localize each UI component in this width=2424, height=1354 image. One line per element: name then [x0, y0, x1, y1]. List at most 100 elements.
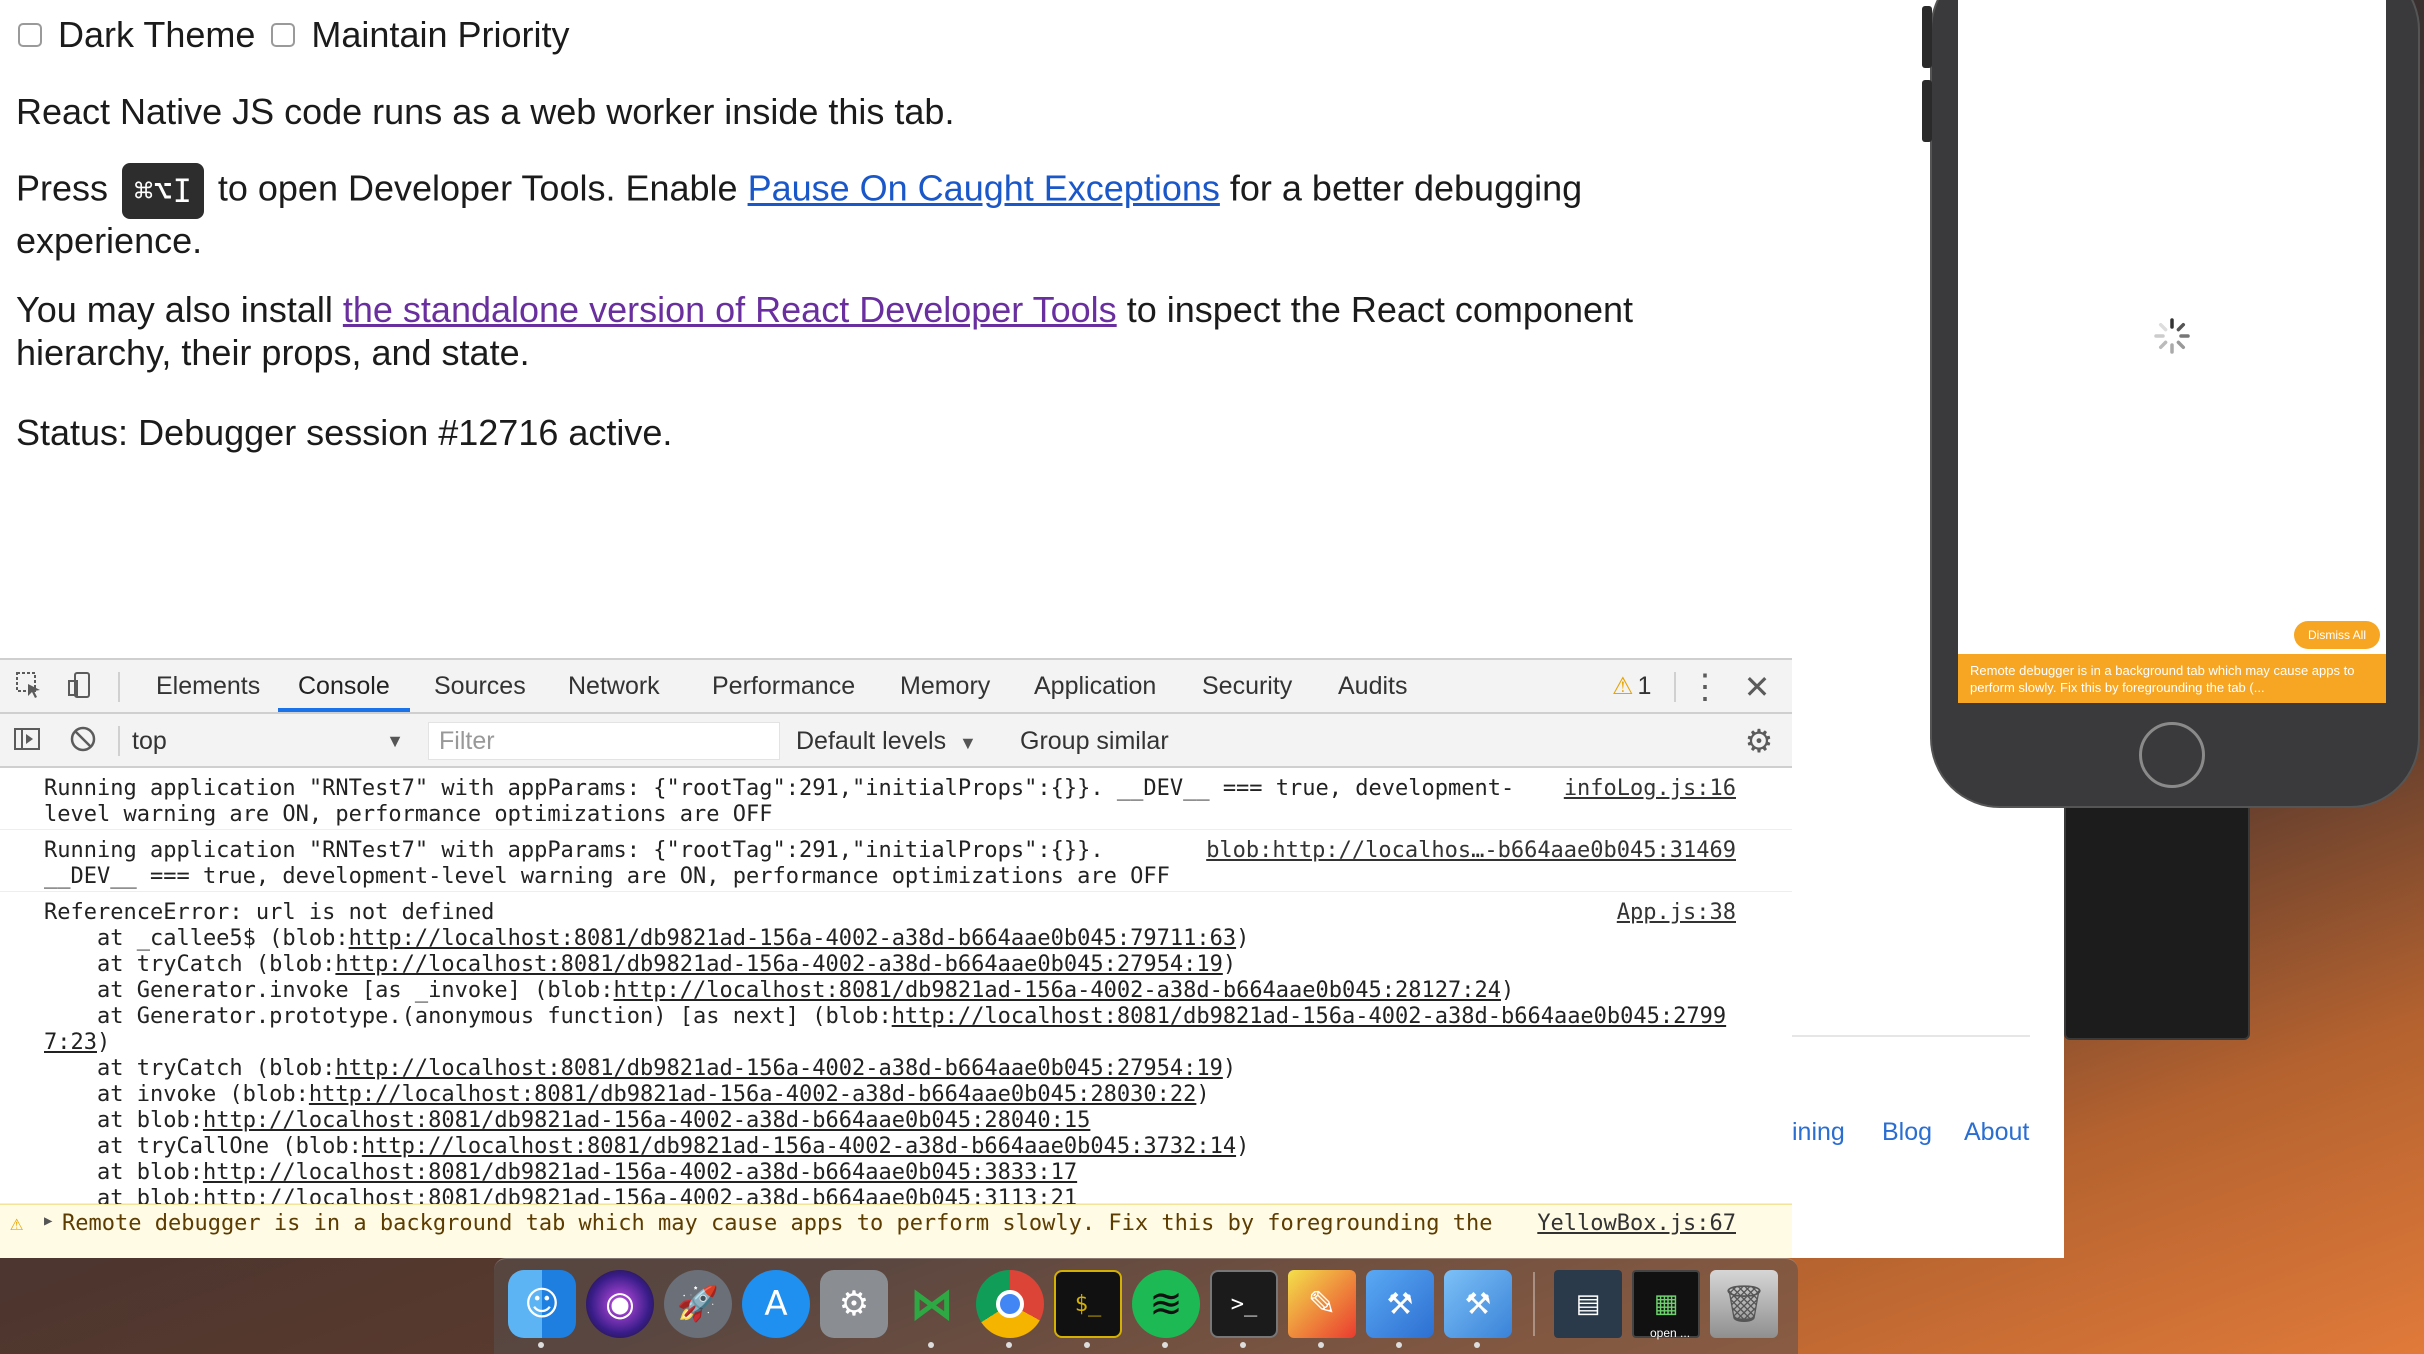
visual-studio-code-icon[interactable]: ⋈: [898, 1270, 966, 1338]
device-toolbar-icon[interactable]: [64, 670, 98, 704]
devtools-tabbar: Elements Console Sources Network Perform…: [0, 660, 1792, 714]
tab-memory[interactable]: Memory: [896, 660, 994, 712]
terminal-icon[interactable]: >_: [1210, 1270, 1278, 1338]
stack-frame-link[interactable]: http://localhost:8081/db9821ad-156a-4002…: [203, 1108, 1090, 1133]
stack-frame: at blob:http://localhost:8081/db9821ad-1…: [44, 1160, 1077, 1186]
running-indicator: [1318, 1342, 1324, 1348]
source-link[interactable]: App.js:38: [1617, 900, 1736, 926]
group-similar-toggle[interactable]: Group similar: [1020, 722, 1169, 760]
expand-triangle-icon[interactable]: ▶: [44, 1213, 52, 1229]
react-devtools-paragraph: You may also install the standalone vers…: [16, 288, 1696, 374]
stack-frame-link[interactable]: http://localhost:8081/db9821ad-156a-4002…: [309, 1082, 1196, 1107]
context-select[interactable]: top ▼: [132, 722, 404, 760]
iterm-icon[interactable]: $_: [1054, 1270, 1122, 1338]
tab-security[interactable]: Security: [1198, 660, 1296, 712]
context-caret-icon: ▼: [386, 731, 404, 751]
pause-on-caught-exceptions-link[interactable]: Pause On Caught Exceptions: [748, 168, 1220, 209]
install-text: You may also install: [16, 289, 333, 330]
preview-icon[interactable]: ✎: [1288, 1270, 1356, 1338]
spotify-icon[interactable]: ≋: [1132, 1270, 1200, 1338]
error-heading: ReferenceError: url is not defined: [44, 900, 495, 925]
stack-frame: at invoke (blob:http://localhost:8081/db…: [44, 1082, 1210, 1108]
tab-console[interactable]: Console: [278, 660, 410, 712]
maintain-priority-label: Maintain Priority: [311, 14, 570, 55]
finder-icon[interactable]: ☺: [508, 1270, 576, 1338]
source-link[interactable]: blob:http://localhos…-b664aae0b045:31469: [1206, 838, 1736, 864]
simulator-icon[interactable]: ⚒: [1444, 1270, 1512, 1338]
stack-frame-text: at tryCallOne (blob:: [44, 1134, 362, 1159]
running-indicator: [1084, 1342, 1090, 1348]
maintain-priority-checkbox[interactable]: [271, 23, 296, 47]
source-link[interactable]: infoLog.js:16: [1564, 776, 1736, 802]
clear-console-icon[interactable]: [66, 724, 100, 758]
log-levels-label: Default levels: [796, 727, 947, 755]
console-warning-message: ⚠ ▶ Remote debugger is in a background t…: [0, 1204, 1792, 1258]
warning-text: Remote debugger is in a background tab w…: [62, 1211, 1493, 1236]
stack-frame-link[interactable]: 7:23: [44, 1030, 97, 1055]
log-levels-dropdown[interactable]: Default levels ▼: [796, 722, 977, 760]
tab-sources[interactable]: Sources: [430, 660, 530, 712]
siri-icon[interactable]: ◉: [586, 1270, 654, 1338]
standalone-devtools-link[interactable]: the standalone version of React Develope…: [343, 289, 1117, 330]
footer-link-training[interactable]: ining: [1792, 1118, 1845, 1147]
stack-frame-text: at Generator.prototype.(anonymous functi…: [44, 1004, 892, 1029]
stack-frame-text: at _callee5$ (blob:: [44, 926, 349, 951]
running-indicator: [1006, 1342, 1012, 1348]
dark-theme-checkbox[interactable]: [18, 23, 42, 47]
stack-frame: at blob:http://localhost:8081/db9821ad-1…: [44, 1108, 1090, 1134]
stack-frame-link[interactable]: http://localhost:8081/db9821ad-156a-4002…: [203, 1160, 1077, 1185]
launchpad-icon[interactable]: 🚀: [664, 1270, 732, 1338]
stack-frame: at tryCatch (blob:http://localhost:8081/…: [44, 1056, 1236, 1082]
downloads-stack-icon[interactable]: ▤: [1554, 1270, 1622, 1338]
stack-frame-link[interactable]: http://localhost:8081/db9821ad-156a-4002…: [614, 978, 1501, 1003]
stack-frame: at _callee5$ (blob:http://localhost:8081…: [44, 926, 1249, 952]
tabbar-divider-right: [1674, 672, 1676, 702]
console-output: Running application "RNTest7" with appPa…: [0, 768, 1792, 1258]
status-text: Status: Debugger session #12716 active.: [16, 412, 673, 453]
tab-performance[interactable]: Performance: [708, 660, 859, 712]
console-settings-gear-icon[interactable]: ⚙: [1742, 724, 1776, 758]
stack-frame-text: at invoke (blob:: [44, 1082, 309, 1107]
loading-spinner-icon: [2154, 318, 2190, 354]
stack-frame-link[interactable]: http://localhost:8081/db9821ad-156a-4002…: [362, 1134, 1236, 1159]
source-link[interactable]: YellowBox.js:67: [1537, 1211, 1736, 1237]
running-indicator: [538, 1342, 544, 1348]
chrome-icon[interactable]: [976, 1270, 1044, 1338]
show-sidebar-icon[interactable]: [10, 724, 44, 758]
intro-paragraph: React Native JS code runs as a web worke…: [16, 91, 955, 132]
tab-network[interactable]: Network: [564, 660, 664, 712]
dismiss-all-button[interactable]: Dismiss All: [2294, 621, 2380, 649]
warning-counter[interactable]: ⚠ 1: [1612, 660, 1651, 712]
stack-frame-link[interactable]: http://localhost:8081/db9821ad-156a-4002…: [335, 952, 1222, 977]
stack-frame-text: ): [1236, 1134, 1250, 1159]
xcode-icon[interactable]: ⚒: [1366, 1270, 1434, 1338]
stack-frame-link[interactable]: http://localhost:8081/db9821ad-156a-4002…: [335, 1056, 1222, 1081]
close-devtools-icon[interactable]: ✕: [1740, 670, 1774, 704]
console-message: Running application "RNTest7" with appPa…: [0, 830, 1792, 892]
trash-icon[interactable]: 🗑: [1710, 1270, 1778, 1338]
inspect-element-icon[interactable]: [12, 670, 46, 704]
stack-frame-link[interactable]: http://localhost:8081/db9821ad-156a-4002…: [349, 926, 1236, 951]
more-options-icon[interactable]: ⋮: [1688, 670, 1722, 704]
system-preferences-icon[interactable]: ⚙: [820, 1270, 888, 1338]
tab-application[interactable]: Application: [1030, 660, 1160, 712]
warning-icon: ⚠: [1612, 673, 1634, 700]
press-text: Press: [16, 167, 109, 209]
filter-input[interactable]: Filter: [428, 722, 780, 760]
open-stack-label: open ...: [1650, 1326, 1691, 1340]
app-store-icon[interactable]: A: [742, 1270, 810, 1338]
console-message: Running application "RNTest7" with appPa…: [0, 768, 1792, 830]
message-text-line: __DEV__ === true, development-level warn…: [44, 864, 1170, 889]
tab-elements[interactable]: Elements: [152, 660, 264, 712]
running-indicator: [928, 1342, 934, 1348]
footer-link-about[interactable]: About: [1964, 1118, 2029, 1147]
tab-audits[interactable]: Audits: [1334, 660, 1411, 712]
footer-divider: [1792, 1035, 2030, 1037]
stack-frame-link[interactable]: http://localhost:8081/db9821ad-156a-4002…: [892, 1004, 1726, 1029]
devtools-paragraph: Press ⌘⌥I to open Developer Tools. Enabl…: [16, 163, 1696, 262]
yellowbox-warning-bar[interactable]: Remote debugger is in a background tab w…: [1958, 654, 2386, 703]
home-button[interactable]: [2139, 722, 2205, 788]
warning-icon: ⚠: [10, 1211, 24, 1236]
options-row: Dark Theme Maintain Priority: [18, 14, 586, 56]
footer-link-blog[interactable]: Blog: [1882, 1118, 1932, 1147]
